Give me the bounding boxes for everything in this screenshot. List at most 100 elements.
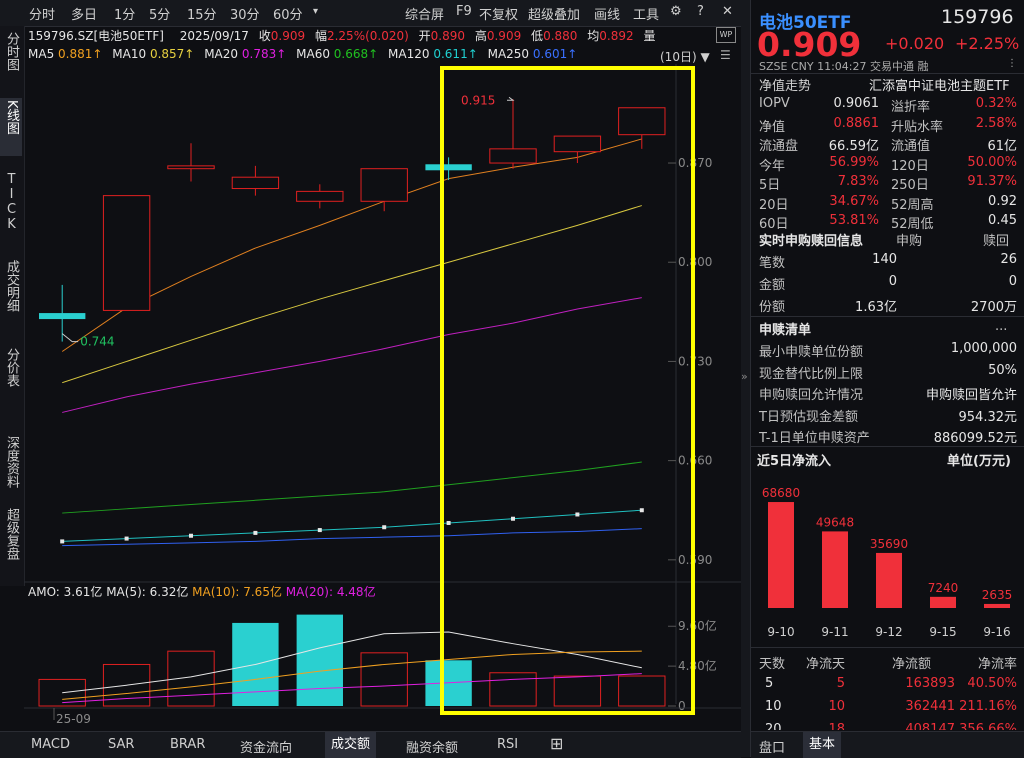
tab-turnover[interactable]: 成交额 bbox=[325, 732, 377, 758]
quote-panel: 电池50ETF 159796 0.909 +0.020 +2.25% SZSE … bbox=[750, 0, 1024, 758]
low-label: 低 bbox=[531, 29, 544, 43]
tab-5min[interactable]: 5分 bbox=[149, 4, 170, 23]
nav-price-table[interactable]: 分价表 bbox=[0, 348, 22, 393]
flow-cell: 40.50% bbox=[967, 676, 1017, 691]
tab-rsi[interactable]: RSI bbox=[497, 737, 518, 752]
amo-legend-part: 7.65亿 bbox=[239, 584, 282, 599]
sub-value: 2700万 bbox=[970, 300, 1017, 315]
dropdown-icon[interactable]: ▾ bbox=[313, 6, 318, 17]
btn-draw-line[interactable]: 画线 bbox=[594, 4, 620, 23]
stat-label: 20日 bbox=[759, 197, 789, 213]
inflow-date: 9-10 bbox=[767, 625, 794, 639]
ma20-label: MA20 bbox=[204, 47, 239, 61]
help-icon[interactable]: ? bbox=[697, 4, 704, 19]
period-selector[interactable]: (10日) ▼ bbox=[660, 48, 710, 65]
candle-body bbox=[39, 313, 86, 320]
nav-kline[interactable]: K线图 bbox=[0, 98, 22, 156]
nav-fenshi[interactable]: 分时图 bbox=[0, 32, 22, 77]
stat-value: 2.58% bbox=[975, 115, 1017, 131]
candle-body bbox=[296, 190, 344, 202]
flow-table-row: 20 18 408147 356.66% bbox=[759, 720, 1017, 730]
list-row: T日预估现金差额 954.32元 bbox=[759, 404, 1017, 426]
nav-replay[interactable]: 超级复盘 bbox=[0, 508, 22, 566]
tab-orderbook[interactable]: 盘口 bbox=[759, 737, 785, 756]
redeem-list-more[interactable]: ... bbox=[995, 319, 1007, 334]
ma60-label: MA60 bbox=[296, 47, 330, 61]
trade-via: 交易中通 bbox=[870, 60, 914, 73]
amo-legend-part: 4.48亿 bbox=[333, 584, 376, 599]
flow-col-header: 净流额 bbox=[891, 657, 931, 672]
tab-brar[interactable]: BRAR bbox=[170, 737, 205, 752]
tab-margin[interactable]: 融资余额 bbox=[406, 737, 458, 756]
stat-value: 53.81% bbox=[829, 213, 879, 228]
nav-trade-detail[interactable]: 成交明细 bbox=[0, 260, 22, 318]
candle-body bbox=[231, 176, 280, 190]
close-label: 收 bbox=[258, 29, 271, 43]
menu-dots-icon[interactable]: ⋮ bbox=[1007, 58, 1017, 69]
low-annotation: 0.744 bbox=[80, 335, 114, 349]
fund-code: 159796 bbox=[941, 6, 1014, 28]
sub-label: 笔数 bbox=[759, 256, 786, 271]
tab-1min[interactable]: 1分 bbox=[114, 4, 135, 23]
btn-no-adjust[interactable]: 不复权 bbox=[479, 4, 518, 23]
btn-f9[interactable]: F9 bbox=[456, 4, 472, 19]
tab-sar[interactable]: SAR bbox=[108, 737, 134, 752]
expand-arrow-icon[interactable]: » bbox=[741, 370, 748, 383]
nav-fenshi-label: 分时图 bbox=[4, 32, 19, 71]
ma10-value: 0.857↑ bbox=[149, 47, 195, 61]
stat-label: 今年 bbox=[759, 158, 786, 174]
sub-row: 份额 1.63亿 2700万 bbox=[759, 294, 1017, 316]
add-indicator-icon[interactable]: ⊞ bbox=[550, 734, 563, 753]
tab-multiday[interactable]: 多日 bbox=[71, 4, 97, 23]
sub-col-redeem: 赎回 bbox=[983, 234, 1010, 249]
settings-bars-icon[interactable]: ☰ bbox=[720, 48, 731, 62]
flow-col-header: 净流率 bbox=[977, 657, 1017, 672]
btn-composite-screen[interactable]: 综合屏 bbox=[405, 4, 444, 23]
period-toolbar: 分时 多日 1分 5分 15分 30分 60分 ▾ 综合屏 F9 不复权 超级叠… bbox=[0, 0, 741, 27]
ma5-label: MA5 bbox=[28, 47, 55, 61]
gear-icon[interactable]: ⚙ bbox=[670, 4, 682, 19]
btn-tools[interactable]: 工具 bbox=[633, 4, 659, 23]
nav-kline-label: K线图 bbox=[4, 100, 19, 135]
flow-cell: 5 bbox=[836, 676, 845, 691]
tab-60min[interactable]: 60分 bbox=[273, 4, 303, 23]
quote-time: 11:04:27 bbox=[817, 60, 867, 73]
ma120-value: 0.611↑ bbox=[433, 47, 478, 61]
chg-label: 幅 bbox=[314, 29, 327, 43]
sub-col-purchase: 申购 bbox=[896, 234, 923, 249]
stat-label: 120日 bbox=[891, 158, 929, 174]
x-axis-label: 25-09 bbox=[56, 712, 91, 726]
list-value: 954.32元 bbox=[958, 409, 1018, 425]
ma-marker bbox=[60, 539, 65, 544]
exchange: SZSE bbox=[759, 60, 788, 73]
flow-table-row: 10 10 362441 211.16% bbox=[759, 697, 1017, 719]
nav-price-table-label: 分价表 bbox=[4, 348, 19, 387]
tab-capital-flow[interactable]: 资金流向 bbox=[240, 737, 292, 756]
candle-body bbox=[102, 195, 151, 311]
flow-cell: 211.16% bbox=[959, 699, 1017, 714]
tab-30min[interactable]: 30分 bbox=[230, 4, 260, 23]
wp-icon[interactable]: WP bbox=[716, 27, 736, 43]
stat-label: 升贴水率 bbox=[891, 119, 944, 135]
inflow-value: 7240 bbox=[928, 581, 959, 595]
close-icon[interactable]: ✕ bbox=[722, 4, 733, 19]
list-row: 申购赎回允许情况 申购赎回皆允许 bbox=[759, 382, 1017, 404]
nav-trend-link[interactable]: 净值走势 bbox=[759, 75, 811, 94]
nav-depth[interactable]: 深度资料 bbox=[0, 436, 22, 494]
security-code: 159796.SZ[电池50ETF] bbox=[28, 29, 164, 43]
tab-macd[interactable]: MACD bbox=[31, 737, 70, 752]
quote-date: 2025/09/17 bbox=[179, 29, 249, 43]
flow-cell: 5 bbox=[765, 676, 774, 691]
amo-bar bbox=[360, 652, 408, 707]
stat-value: 66.59亿 bbox=[828, 139, 879, 154]
btn-super-overlay[interactable]: 超级叠加 bbox=[528, 4, 580, 23]
tab-basic[interactable]: 基本 bbox=[803, 732, 842, 758]
tab-fenshi[interactable]: 分时 bbox=[29, 4, 55, 23]
nav-tick[interactable]: TICK bbox=[0, 172, 22, 238]
ma-legend: MA5 0.881↑ MA10 0.857↑ MA20 0.783↑ MA60 … bbox=[28, 47, 577, 61]
list-label: T日预估现金差额 bbox=[759, 409, 858, 425]
tab-15min[interactable]: 15分 bbox=[187, 4, 217, 23]
divider bbox=[751, 73, 1024, 74]
ma-marker bbox=[124, 536, 129, 541]
inflow-value: 49648 bbox=[816, 515, 854, 529]
